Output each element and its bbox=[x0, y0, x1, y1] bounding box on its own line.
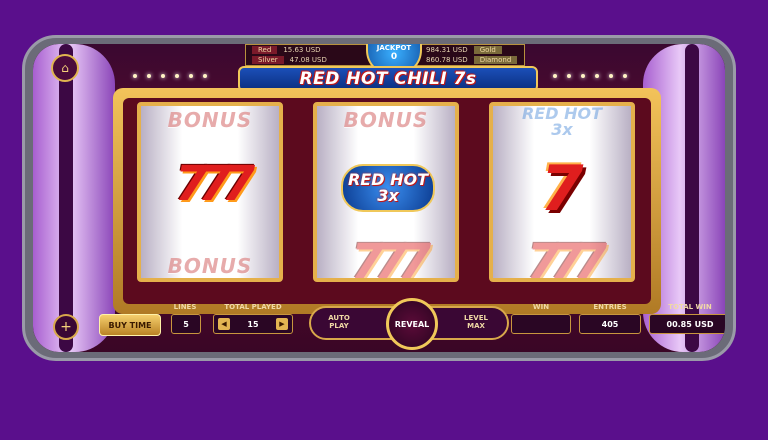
level-max-button[interactable]: LEVEL MAX bbox=[456, 314, 496, 330]
plus-arrow-icon[interactable]: ▶ bbox=[276, 318, 288, 330]
lines-value: 5 bbox=[171, 314, 201, 334]
jackpot-value: 984.31 USD bbox=[426, 46, 468, 54]
plus-icon[interactable]: + bbox=[53, 314, 79, 340]
jackpot-count: 0 bbox=[390, 52, 398, 62]
reveal-button[interactable]: REVEAL bbox=[386, 298, 438, 350]
auto-play-button[interactable]: AUTO PLAY bbox=[321, 314, 357, 330]
bonus-symbol: BONUS bbox=[167, 108, 253, 132]
triple-seven-symbol: 777 bbox=[526, 234, 607, 282]
control-bar: + BUY TIME LINES 5 TOTAL PLAYED 15 ◀ ▶ A… bbox=[41, 298, 725, 352]
win-label: WIN bbox=[532, 303, 550, 311]
red-hot-3x-symbol: RED HOT 3x bbox=[341, 164, 435, 212]
jackpot-row-silver: Silver 47.08 USD bbox=[252, 56, 327, 64]
red-hot-3x-symbol: RED HOT 3x bbox=[493, 106, 631, 138]
lines-label: LINES bbox=[173, 303, 197, 311]
jackpot-name: Diamond bbox=[473, 56, 518, 64]
device-frame: ⌂ Red 15.63 USD Silver 47.08 USD 984.31 … bbox=[22, 35, 736, 361]
marquee-lights-right bbox=[553, 74, 627, 84]
bonus-symbol: BONUS bbox=[167, 254, 253, 278]
reel-cabinet: BONUS 777 BONUS BONUS RED HOT 3x 777 RED… bbox=[113, 88, 661, 314]
triple-seven-symbol: 777 bbox=[174, 156, 255, 212]
minus-icon[interactable]: ◀ bbox=[218, 318, 230, 330]
multiplier-text: 3x bbox=[377, 186, 399, 205]
reel-1: BONUS 777 BONUS bbox=[137, 102, 283, 282]
total-played-label: TOTAL PLAYED bbox=[224, 303, 282, 311]
total-win-label: TOTAL WIN bbox=[668, 303, 712, 311]
reel-2: BONUS RED HOT 3x 777 bbox=[313, 102, 459, 282]
jackpot-name: Silver bbox=[252, 56, 284, 64]
jackpot-name: Gold bbox=[473, 46, 502, 54]
entries-label: ENTRIES bbox=[593, 303, 627, 311]
marquee-lights-left bbox=[133, 74, 207, 84]
total-played-value: 15 bbox=[247, 319, 259, 329]
seven-symbol: 7 bbox=[540, 152, 584, 225]
bonus-symbol: BONUS bbox=[343, 108, 429, 132]
win-value bbox=[511, 314, 571, 334]
jackpot-value: 15.63 USD bbox=[283, 46, 321, 54]
reel-3: RED HOT 3x 7 777 bbox=[489, 102, 635, 282]
jackpot-name: Red bbox=[252, 46, 278, 54]
entries-value: 405 bbox=[579, 314, 641, 334]
jackpot-row-diamond: 860.78 USD Diamond bbox=[426, 56, 518, 64]
jackpot-value: 860.78 USD bbox=[426, 56, 468, 64]
buy-time-button[interactable]: BUY TIME bbox=[99, 314, 161, 336]
multiplier-text: 3x bbox=[551, 120, 573, 139]
home-icon[interactable]: ⌂ bbox=[51, 54, 79, 82]
game-screen: ⌂ Red 15.63 USD Silver 47.08 USD 984.31 … bbox=[33, 44, 725, 352]
jackpot-label: JACKPOT bbox=[376, 44, 412, 52]
jackpot-row-gold: 984.31 USD Gold bbox=[426, 46, 502, 54]
jackpot-value: 47.08 USD bbox=[289, 56, 327, 64]
reveal-label: REVEAL bbox=[394, 319, 430, 329]
triple-seven-symbol: 777 bbox=[350, 234, 431, 282]
jackpot-row-red: Red 15.63 USD bbox=[252, 46, 321, 54]
total-win-value: 00.85 USD bbox=[649, 314, 725, 334]
game-title: RED HOT CHILI 7s bbox=[299, 69, 477, 89]
